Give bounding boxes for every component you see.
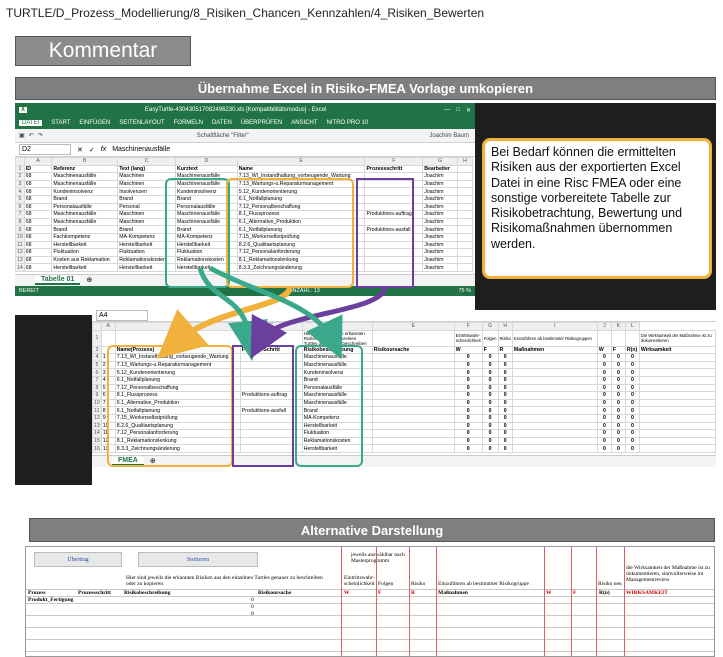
note-top: jeweils auswählbar nach Masterprogramm (351, 552, 405, 564)
alt-col-header: F (378, 590, 382, 596)
alt-col-header: F (573, 590, 577, 596)
header-einz: Einzuführen ab bestimmter Risikogruppe (438, 581, 529, 587)
section-banner-alternative: Alternative Darstellung (29, 518, 715, 542)
alt-zero-cell: 0 (251, 611, 254, 617)
kommentar-label: Kommentar (15, 36, 191, 66)
alt-col-header: Risikobeschreibung (124, 590, 171, 596)
header-risiko: Risiko (411, 581, 426, 587)
alt-col-header: Maßnahmen (438, 590, 468, 596)
note-left: Hier sind jeweils die erkannten Risiken … (126, 575, 323, 587)
header-risiko-neu: Risiko neu (598, 581, 622, 587)
breadcrumb-path: TURTLE/D_Prozess_Modellierung/8_Risiken_… (6, 6, 485, 20)
sortieren-button[interactable]: Sortieren (138, 552, 258, 567)
header-folgen: Folgen (378, 581, 394, 587)
alt-zero-cell: 0 (251, 597, 254, 603)
alt-col-header: Prozessschritt (78, 590, 111, 596)
alt-col-header: W (546, 590, 552, 596)
alt-col-header: Risikoursache (258, 590, 292, 596)
alt-col-header: WIRKSAMKEIT (626, 590, 668, 596)
alt-col-header: W (344, 590, 350, 596)
note-right: die Wirksamkeit der Maßnahme ist zu doku… (626, 565, 710, 583)
uebertrag-button[interactable]: Übertrag (34, 552, 122, 567)
alternative-table: Übertrag Sortieren jeweils auswählbar na… (25, 546, 715, 657)
row-prozess: Produkt_Fertigung (28, 597, 74, 603)
alt-col-header: R(n) (599, 590, 610, 596)
alt-col-header: Prozess (28, 590, 46, 596)
excel-screenshot: X EasyTurtle-430430517082496230.xls [Kom… (15, 103, 716, 485)
copy-arrows (156, 265, 388, 361)
section-banner-umkopieren: Übernahme Excel in Risiko-FMEA Vorlage u… (15, 77, 716, 100)
alt-zero-cell: 0 (251, 604, 254, 610)
alt-col-header: R (411, 590, 415, 596)
